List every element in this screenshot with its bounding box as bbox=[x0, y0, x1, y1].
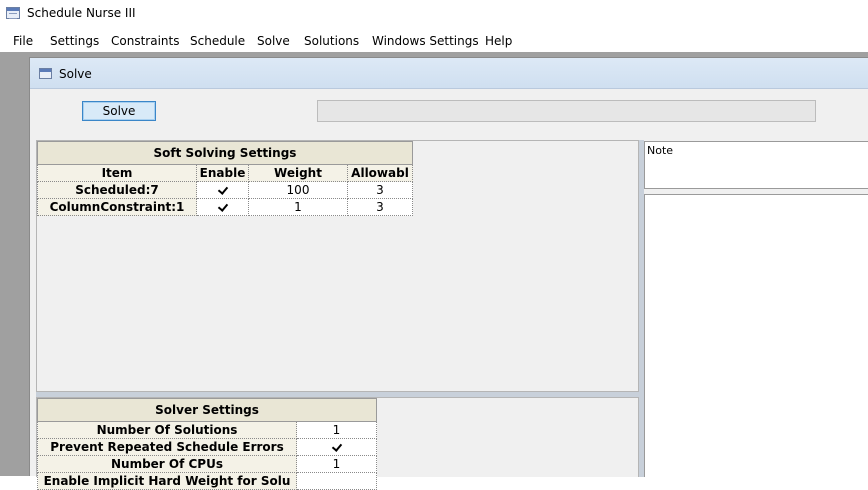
solver-settings-title: Solver Settings bbox=[37, 398, 377, 422]
solver-settings-grid: Solver Settings Number Of Solutions 1 Pr… bbox=[37, 398, 377, 490]
setting-value[interactable]: 1 bbox=[296, 455, 377, 473]
column-header-item[interactable]: Item bbox=[37, 164, 197, 182]
table-row: Enable Implicit Hard Weight for Solu bbox=[37, 472, 377, 490]
setting-label[interactable]: Number Of Solutions bbox=[37, 421, 297, 439]
app-window-icon bbox=[6, 7, 20, 19]
title-bar: Schedule Nurse III bbox=[0, 0, 868, 30]
enable-checkbox[interactable] bbox=[196, 181, 249, 199]
soft-settings-grid: Soft Solving Settings Item Enable Weight… bbox=[37, 141, 413, 216]
menu-schedule[interactable]: Schedule bbox=[190, 34, 245, 48]
solve-window-titlebar[interactable]: Solve bbox=[30, 58, 868, 89]
note-field[interactable]: Note bbox=[644, 141, 868, 189]
soft-settings-title: Soft Solving Settings bbox=[37, 141, 413, 165]
menu-constraints[interactable]: Constraints bbox=[111, 34, 179, 48]
solve-progress-bar bbox=[317, 100, 816, 122]
solve-button[interactable]: Solve bbox=[82, 101, 156, 121]
allowable-cell[interactable]: 3 bbox=[347, 181, 413, 199]
table-row: Prevent Repeated Schedule Errors bbox=[37, 438, 377, 456]
column-header-weight[interactable]: Weight bbox=[248, 164, 348, 182]
mdi-workspace: Solve Solve Soft Solving Settings Item E… bbox=[0, 52, 868, 490]
table-row: Number Of Solutions 1 bbox=[37, 421, 377, 439]
enable-checkbox[interactable] bbox=[196, 198, 249, 216]
output-text-area[interactable] bbox=[644, 194, 868, 477]
setting-label[interactable]: Enable Implicit Hard Weight for Solu bbox=[37, 472, 297, 490]
checkbox-checked-icon bbox=[217, 185, 228, 196]
row-item[interactable]: ColumnConstraint:1 bbox=[37, 198, 197, 216]
setting-checkbox[interactable] bbox=[296, 438, 377, 456]
menu-help[interactable]: Help bbox=[485, 34, 512, 48]
allowable-cell[interactable]: 3 bbox=[347, 198, 413, 216]
row-item[interactable]: Scheduled:7 bbox=[37, 181, 197, 199]
table-row: Scheduled:7 100 3 bbox=[37, 181, 413, 199]
column-header-allowable[interactable]: Allowabl bbox=[347, 164, 413, 182]
table-row: Number Of CPUs 1 bbox=[37, 455, 377, 473]
setting-label[interactable]: Number Of CPUs bbox=[37, 455, 297, 473]
table-row: ColumnConstraint:1 1 3 bbox=[37, 198, 413, 216]
setting-value[interactable]: 1 bbox=[296, 421, 377, 439]
setting-label[interactable]: Prevent Repeated Schedule Errors bbox=[37, 438, 297, 456]
menu-windows-settings[interactable]: Windows Settings bbox=[372, 34, 479, 48]
menu-file[interactable]: File bbox=[13, 34, 33, 48]
child-window-icon bbox=[39, 68, 52, 79]
checkbox-checked-icon bbox=[217, 202, 228, 213]
app-title: Schedule Nurse III bbox=[27, 6, 136, 20]
weight-cell[interactable]: 1 bbox=[248, 198, 348, 216]
menu-bar: File Settings Constraints Schedule Solve… bbox=[0, 30, 868, 52]
checkbox-checked-icon bbox=[331, 442, 342, 453]
menu-settings[interactable]: Settings bbox=[50, 34, 99, 48]
setting-checkbox[interactable] bbox=[296, 472, 377, 490]
solve-window-title: Solve bbox=[59, 67, 92, 81]
note-label: Note bbox=[647, 144, 674, 157]
column-header-enable[interactable]: Enable bbox=[196, 164, 249, 182]
solve-window: Solve Solve Soft Solving Settings Item E… bbox=[29, 57, 868, 490]
menu-solutions[interactable]: Solutions bbox=[304, 34, 359, 48]
weight-cell[interactable]: 100 bbox=[248, 181, 348, 199]
menu-solve[interactable]: Solve bbox=[257, 34, 290, 48]
